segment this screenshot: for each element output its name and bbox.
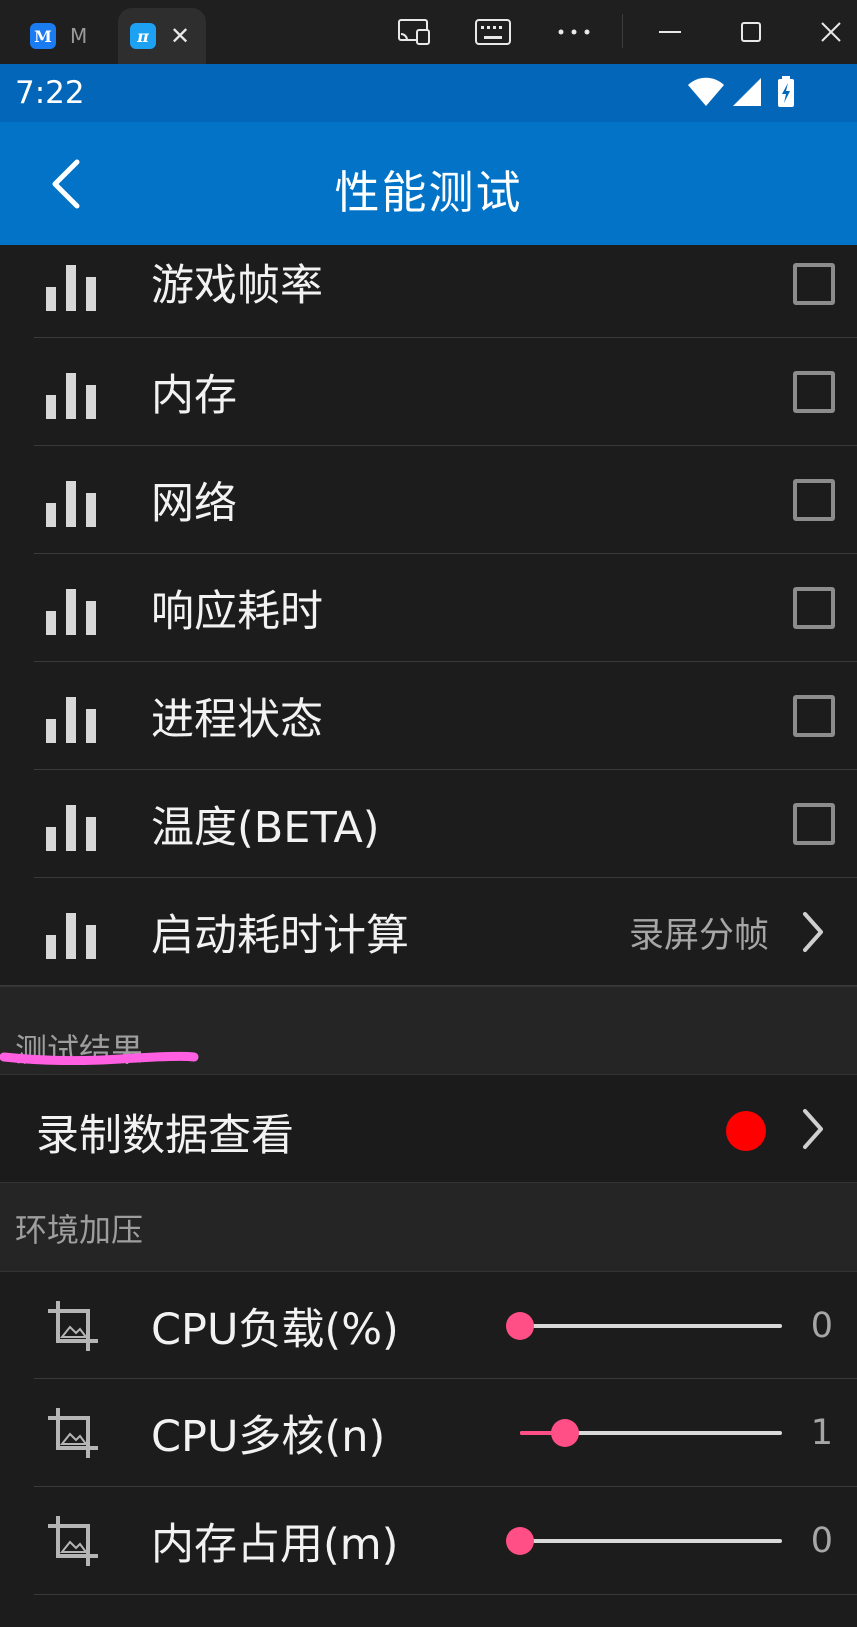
metric-row[interactable]: 温度(BETA) xyxy=(0,770,857,878)
startup-timing-row[interactable]: 启动耗时计算 录屏分帧 xyxy=(0,878,857,986)
slider-value: 1 xyxy=(810,1413,833,1453)
section-header-pressure: 环境加压 xyxy=(0,1182,857,1271)
slider-track xyxy=(520,1539,782,1543)
window-chrome: M M π ✕ xyxy=(0,0,857,64)
highlight-stroke xyxy=(0,1051,199,1065)
metric-checkbox[interactable] xyxy=(793,803,835,845)
cast-icon[interactable] xyxy=(389,14,439,50)
metric-checkbox[interactable] xyxy=(793,371,835,413)
startup-value: 录屏分帧 xyxy=(628,915,769,956)
bar-chart-icon xyxy=(46,265,96,311)
cpu-load-slider[interactable] xyxy=(506,1311,782,1341)
metric-checkbox[interactable] xyxy=(793,479,835,521)
chrome-separator xyxy=(622,14,623,48)
status-time: 7:22 xyxy=(15,75,85,111)
recording-status-dot xyxy=(726,1111,766,1151)
status-bar: 7:22 xyxy=(0,64,857,122)
slider-label: 内存占用(m) xyxy=(151,1520,399,1570)
slider-row: 内存占用(m) 0 xyxy=(0,1487,857,1595)
maximize-icon[interactable] xyxy=(726,14,776,50)
bar-chart-icon xyxy=(46,697,96,743)
slider-label: CPU负载(%) xyxy=(151,1304,399,1355)
divider xyxy=(34,1594,857,1595)
tab-inactive[interactable]: M M xyxy=(18,8,118,64)
slider-label: CPU多核(n) xyxy=(151,1412,386,1462)
section-title: 环境加压 xyxy=(15,1211,144,1249)
memory-usage-slider[interactable] xyxy=(506,1526,782,1556)
metric-label: 温度(BETA) xyxy=(151,803,380,853)
settings-list: 游戏帧率 内存 网络 响应耗时 进程状态 温度(BETA) 启动耗时计算 录屏分… xyxy=(0,245,857,1595)
tab-active[interactable]: π ✕ xyxy=(118,8,206,64)
record-label: 录制数据查看 xyxy=(36,1111,294,1161)
screen: M M π ✕ 7:22 性能测试 游戏帧率 内存 网络 响应耗时 进程状态 温… xyxy=(0,0,857,1627)
page-title: 性能测试 xyxy=(334,166,523,219)
metric-checkbox[interactable] xyxy=(793,695,835,737)
more-icon[interactable] xyxy=(549,14,599,50)
battery-charging-icon xyxy=(778,76,794,107)
slider-value: 0 xyxy=(810,1305,833,1346)
crop-image-icon xyxy=(48,1408,98,1458)
metric-row[interactable]: 响应耗时 xyxy=(0,554,857,662)
crop-image-icon xyxy=(48,1300,98,1351)
tab-title: M xyxy=(70,24,88,48)
slider-row: CPU多核(n) 1 xyxy=(0,1379,857,1487)
wifi-icon xyxy=(688,77,724,106)
app-m-icon: M xyxy=(30,23,56,49)
record-data-row[interactable]: 录制数据查看 xyxy=(0,1074,857,1182)
bar-chart-icon xyxy=(46,481,96,527)
metric-row[interactable]: 内存 xyxy=(0,338,857,446)
slider-thumb[interactable] xyxy=(550,1419,579,1447)
close-icon[interactable] xyxy=(806,14,856,50)
slider-value: 0 xyxy=(810,1521,833,1561)
slider-track xyxy=(520,1323,782,1328)
crop-image-icon xyxy=(48,1516,98,1566)
slider-row: CPU负载(%) 0 xyxy=(0,1271,857,1379)
status-icons xyxy=(687,75,809,109)
startup-label: 启动耗时计算 xyxy=(151,911,409,961)
metric-label: 内存 xyxy=(151,371,237,421)
metric-row[interactable]: 网络 xyxy=(0,446,857,554)
slider-thumb[interactable] xyxy=(506,1527,534,1555)
bar-chart-icon xyxy=(46,805,96,851)
metric-label: 响应耗时 xyxy=(151,587,323,637)
tab-close-icon[interactable]: ✕ xyxy=(170,24,190,48)
bar-chart-icon xyxy=(46,373,96,419)
bar-chart-icon xyxy=(46,913,96,959)
keyboard-icon[interactable] xyxy=(468,14,518,50)
metric-label: 进程状态 xyxy=(151,695,323,745)
cpu-cores-slider[interactable] xyxy=(520,1418,782,1448)
chevron-right-icon xyxy=(803,1109,823,1149)
metric-row[interactable]: 进程状态 xyxy=(0,662,857,770)
metric-checkbox[interactable] xyxy=(793,587,835,629)
section-header-results: 测试结果 xyxy=(0,986,857,1074)
metric-label: 游戏帧率 xyxy=(151,261,323,311)
bar-chart-icon xyxy=(46,589,96,635)
metric-label: 网络 xyxy=(151,479,237,529)
minimize-icon[interactable] xyxy=(645,14,695,50)
metric-checkbox[interactable] xyxy=(793,263,835,305)
chevron-right-icon xyxy=(803,912,823,952)
metric-row[interactable]: 游戏帧率 xyxy=(0,245,857,338)
app-pi-icon: π xyxy=(130,23,156,49)
slider-thumb[interactable] xyxy=(506,1311,534,1340)
signal-icon xyxy=(733,78,761,106)
app-bar: 性能测试 xyxy=(0,122,857,245)
